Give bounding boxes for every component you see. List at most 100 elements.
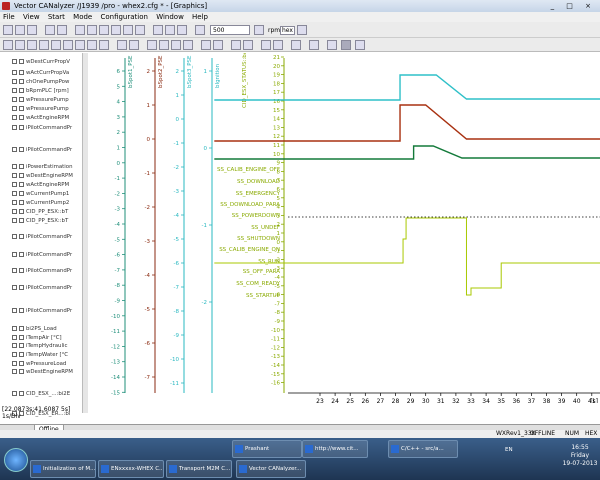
new-icon[interactable] xyxy=(3,25,13,35)
signal-visible-checkbox[interactable] xyxy=(19,369,24,374)
signal-checkbox[interactable] xyxy=(12,164,17,169)
signal-checkbox[interactable] xyxy=(12,252,17,257)
measure-cursor-icon[interactable] xyxy=(15,40,25,50)
signal-checkbox[interactable] xyxy=(12,218,17,223)
signal-item[interactable]: wCurrentPump2 xyxy=(12,200,69,206)
signal-checkbox[interactable] xyxy=(12,209,17,214)
grid-icon[interactable] xyxy=(129,40,139,50)
menu-help[interactable]: Help xyxy=(189,12,211,22)
options-icon[interactable] xyxy=(355,40,365,50)
y-mode-icon[interactable] xyxy=(201,40,211,50)
signal-item[interactable]: iPilotCommandPr xyxy=(12,125,72,131)
signal-visible-checkbox[interactable] xyxy=(19,308,24,313)
offline-icon[interactable] xyxy=(165,25,175,35)
taskbar-button[interactable]: Initialization of M... xyxy=(30,460,96,478)
signal-visible-checkbox[interactable] xyxy=(19,343,24,348)
taskbar-button[interactable]: http://www.cit... xyxy=(302,440,368,458)
layout-icon[interactable] xyxy=(213,40,223,50)
signal-checkbox[interactable] xyxy=(12,285,17,290)
signal-visible-checkbox[interactable] xyxy=(19,234,24,239)
signal-visible-checkbox[interactable] xyxy=(19,361,24,366)
signal-item[interactable]: iPilotCommandPr xyxy=(12,147,72,153)
menu-configuration[interactable]: Configuration xyxy=(97,12,150,22)
signal-item[interactable]: wDestEngineRPM xyxy=(12,173,73,179)
taskbar-button[interactable]: Prashant xyxy=(232,440,302,458)
signal-item[interactable]: iPilotCommandPr xyxy=(12,252,72,258)
taskbar-button[interactable]: Transport M2M C... xyxy=(166,460,232,478)
baudrate-combo[interactable]: 500 xyxy=(210,25,250,35)
signal-visible-checkbox[interactable] xyxy=(19,147,24,152)
signal-visible-checkbox[interactable] xyxy=(19,200,24,205)
stop-icon[interactable] xyxy=(57,25,67,35)
copy-icon[interactable] xyxy=(309,40,319,50)
signal-item[interactable]: wDestCurrPropV xyxy=(12,59,70,65)
signal-visible-checkbox[interactable] xyxy=(19,218,24,223)
measure-icon[interactable] xyxy=(75,25,85,35)
statistics-icon[interactable] xyxy=(123,25,133,35)
signal-checkbox[interactable] xyxy=(12,308,17,313)
replay-icon[interactable] xyxy=(177,25,187,35)
signal-item[interactable]: bi2PS_Load xyxy=(12,326,57,332)
menu-mode[interactable]: Mode xyxy=(70,12,95,22)
signal-checkbox[interactable] xyxy=(12,391,17,396)
signal-visible-checkbox[interactable] xyxy=(19,70,24,75)
online-icon[interactable] xyxy=(153,25,163,35)
taskbar-button[interactable]: Vector CANalyzer... xyxy=(236,460,306,478)
menu-start[interactable]: Start xyxy=(45,12,68,22)
measurement-mode-icon[interactable] xyxy=(341,40,351,50)
signal-checkbox[interactable] xyxy=(12,125,17,130)
fit-x-icon[interactable] xyxy=(87,40,97,50)
signal-checkbox[interactable] xyxy=(12,191,17,196)
start-icon[interactable] xyxy=(45,25,55,35)
signal-item[interactable]: CID_PP_ESX::bT xyxy=(12,209,68,215)
window-controls[interactable]: _ □ × xyxy=(551,0,596,12)
signal-item[interactable]: wPressurePump xyxy=(12,97,69,103)
hex-toggle[interactable]: hex xyxy=(280,26,295,35)
signal-visible-checkbox[interactable] xyxy=(19,191,24,196)
signal-item[interactable]: wCurrentPump1 xyxy=(12,191,69,197)
signal-item[interactable]: wPressureLoad xyxy=(12,361,66,367)
signal-visible-checkbox[interactable] xyxy=(19,326,24,331)
signal-item[interactable]: iPilotCommandPr xyxy=(12,234,72,240)
trace-icon[interactable] xyxy=(99,25,109,35)
zoom-x-icon[interactable] xyxy=(39,40,49,50)
signal-visible-checkbox[interactable] xyxy=(19,106,24,111)
language-indicator[interactable]: EN xyxy=(505,447,513,453)
diff-cursor-icon[interactable] xyxy=(27,40,37,50)
signal-checkbox[interactable] xyxy=(12,147,17,152)
step-icon[interactable] xyxy=(327,40,337,50)
signal-checkbox[interactable] xyxy=(12,352,17,357)
export-icon[interactable] xyxy=(261,40,271,50)
bus-icon[interactable] xyxy=(195,25,205,35)
signal-checkbox[interactable] xyxy=(12,70,17,75)
signal-checkbox[interactable] xyxy=(12,268,17,273)
signal-visible-checkbox[interactable] xyxy=(19,352,24,357)
zoom-y-icon[interactable] xyxy=(51,40,61,50)
signal-item[interactable]: iPilotCommandPr xyxy=(12,308,72,314)
signal-item[interactable]: iPilotCommandPr xyxy=(12,285,72,291)
import-icon[interactable] xyxy=(273,40,283,50)
signal-visible-checkbox[interactable] xyxy=(19,391,24,396)
data-icon[interactable] xyxy=(111,25,121,35)
signal-item[interactable]: wActEngineRPM xyxy=(12,115,69,121)
save-icon[interactable] xyxy=(27,25,37,35)
zoom-in-icon[interactable] xyxy=(147,40,157,50)
signal-checkbox[interactable] xyxy=(12,200,17,205)
signal-checkbox[interactable] xyxy=(12,97,17,102)
menu-file[interactable]: File xyxy=(0,12,18,22)
signal-visible-checkbox[interactable] xyxy=(19,115,24,120)
signal-checkbox[interactable] xyxy=(12,326,17,331)
config-icon[interactable] xyxy=(254,25,264,35)
signal-visible-checkbox[interactable] xyxy=(19,252,24,257)
signal-visible-checkbox[interactable] xyxy=(19,285,24,290)
signal-checkbox[interactable] xyxy=(12,115,17,120)
scroll-icon[interactable] xyxy=(183,40,193,50)
cursor-icon[interactable] xyxy=(3,40,13,50)
signal-visible-checkbox[interactable] xyxy=(19,79,24,84)
signal-checkbox[interactable] xyxy=(12,173,17,178)
signal-visible-checkbox[interactable] xyxy=(19,59,24,64)
signal-checkbox[interactable] xyxy=(12,182,17,187)
signal-visible-checkbox[interactable] xyxy=(19,88,24,93)
signal-item[interactable]: wActCurrPropVa xyxy=(12,70,69,76)
signal-checkbox[interactable] xyxy=(12,361,17,366)
